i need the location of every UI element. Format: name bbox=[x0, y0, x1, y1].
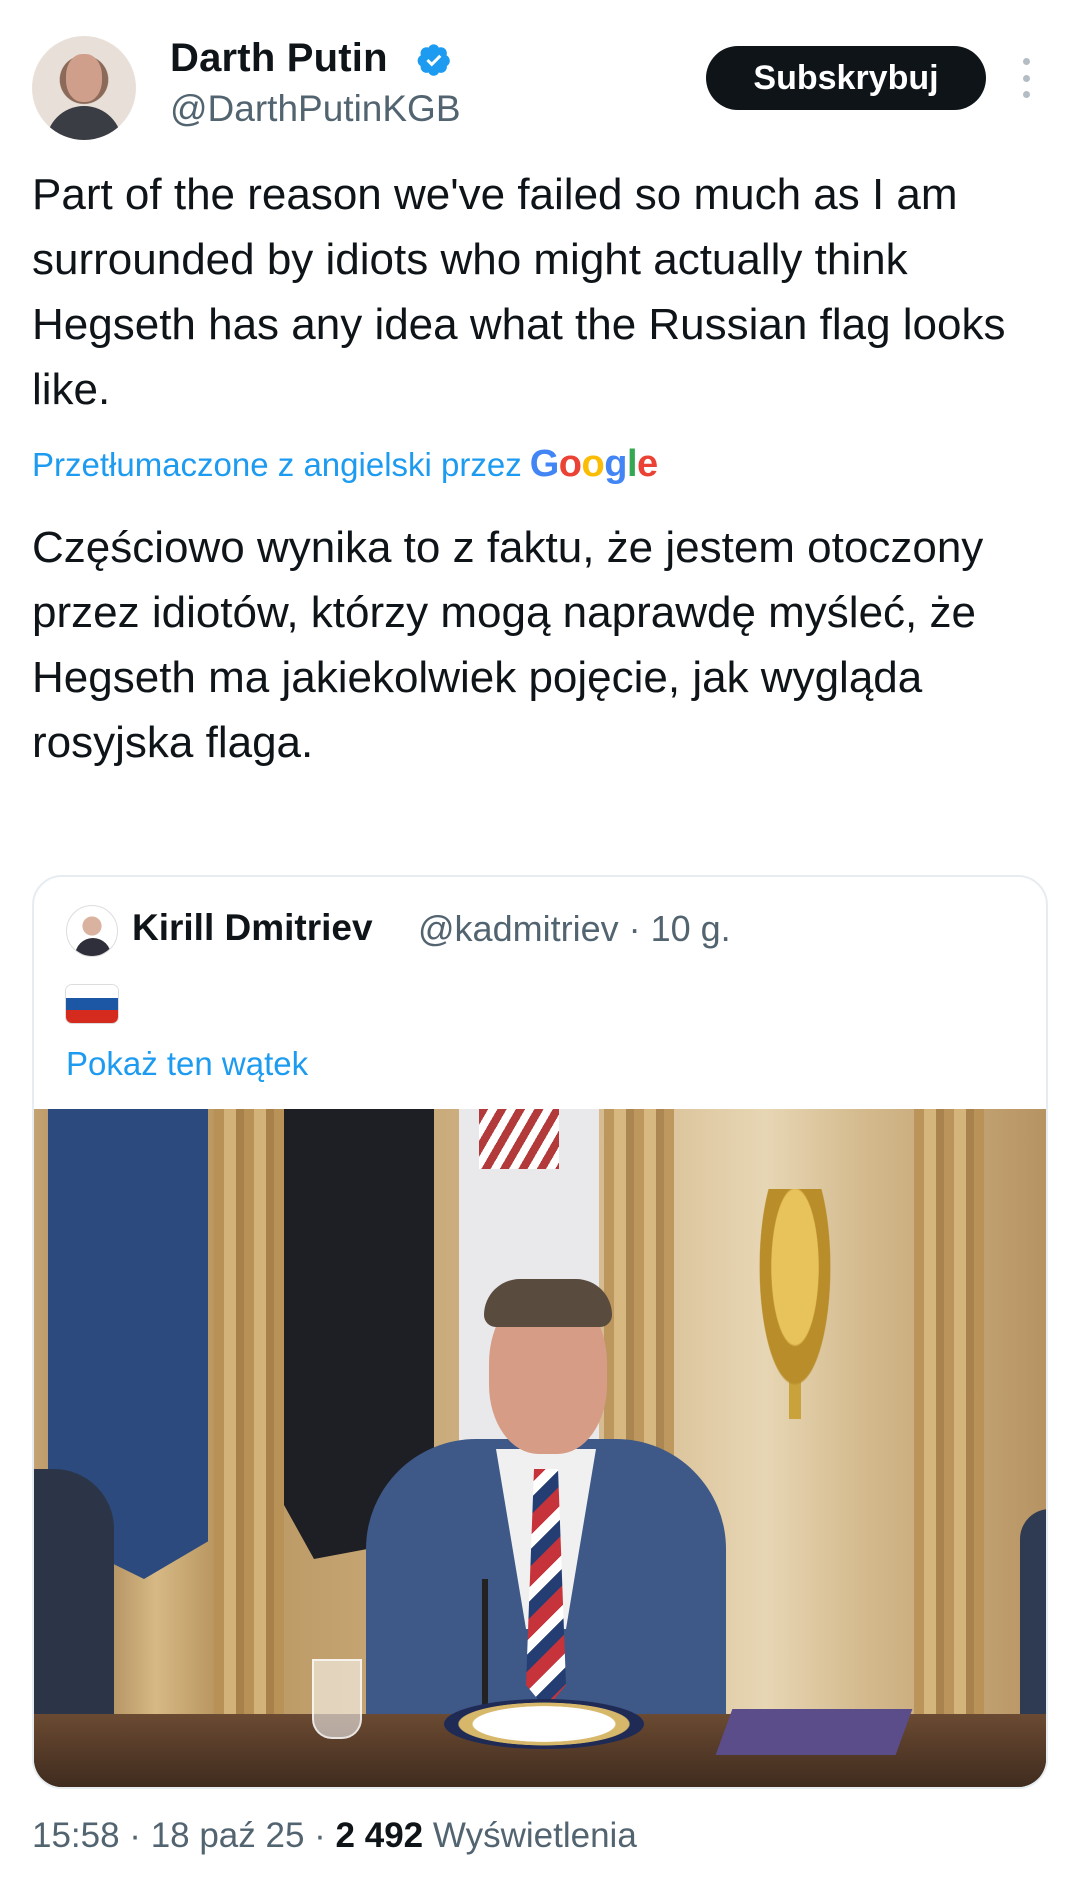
translation-attribution[interactable]: Przetłumaczone z angielski przez Google bbox=[32, 443, 658, 486]
russian-flag-icon bbox=[66, 985, 118, 1023]
tweet-timestamp[interactable]: 15:58 · 18 paź 25 · bbox=[32, 1816, 336, 1855]
tweet-meta: 15:58 · 18 paź 25 · 2 492 Wyświetlenia bbox=[32, 1816, 637, 1856]
verified-badge-icon bbox=[417, 44, 450, 76]
quoted-tweet-photo[interactable] bbox=[34, 1109, 1046, 1787]
translated-by-label: Przetłumaczone z angielski przez bbox=[32, 445, 522, 483]
tweet-text: Part of the reason we've failed so much … bbox=[32, 170, 1006, 414]
quoted-author-name[interactable]: Kirill Dmitriev bbox=[132, 907, 373, 949]
show-thread-link[interactable]: Pokaż ten wątek bbox=[66, 1045, 308, 1083]
tweet-header: Darth Putin @DarthPutinKGB Subskrybuj bbox=[0, 0, 1080, 160]
google-logo: Google bbox=[529, 443, 658, 485]
author-display-name[interactable]: Darth Putin bbox=[170, 36, 388, 81]
tweet-translation: Częściowo wynika to z faktu, że jestem o… bbox=[32, 523, 984, 767]
quoted-author-avatar[interactable] bbox=[66, 905, 118, 957]
views-count: 2 492 bbox=[335, 1816, 424, 1855]
views-label: Wyświetlenia bbox=[423, 1816, 637, 1855]
quoted-tweet-card[interactable]: Kirill Dmitriev @kadmitriev · 10 g. Poka… bbox=[32, 875, 1048, 1789]
author-handle[interactable]: @DarthPutinKGB bbox=[170, 88, 461, 130]
more-options-icon[interactable] bbox=[1016, 58, 1036, 98]
author-avatar[interactable] bbox=[32, 36, 136, 140]
subscribe-button[interactable]: Subskrybuj bbox=[706, 46, 986, 110]
quoted-author-handle-time: @kadmitriev · 10 g. bbox=[418, 908, 731, 949]
